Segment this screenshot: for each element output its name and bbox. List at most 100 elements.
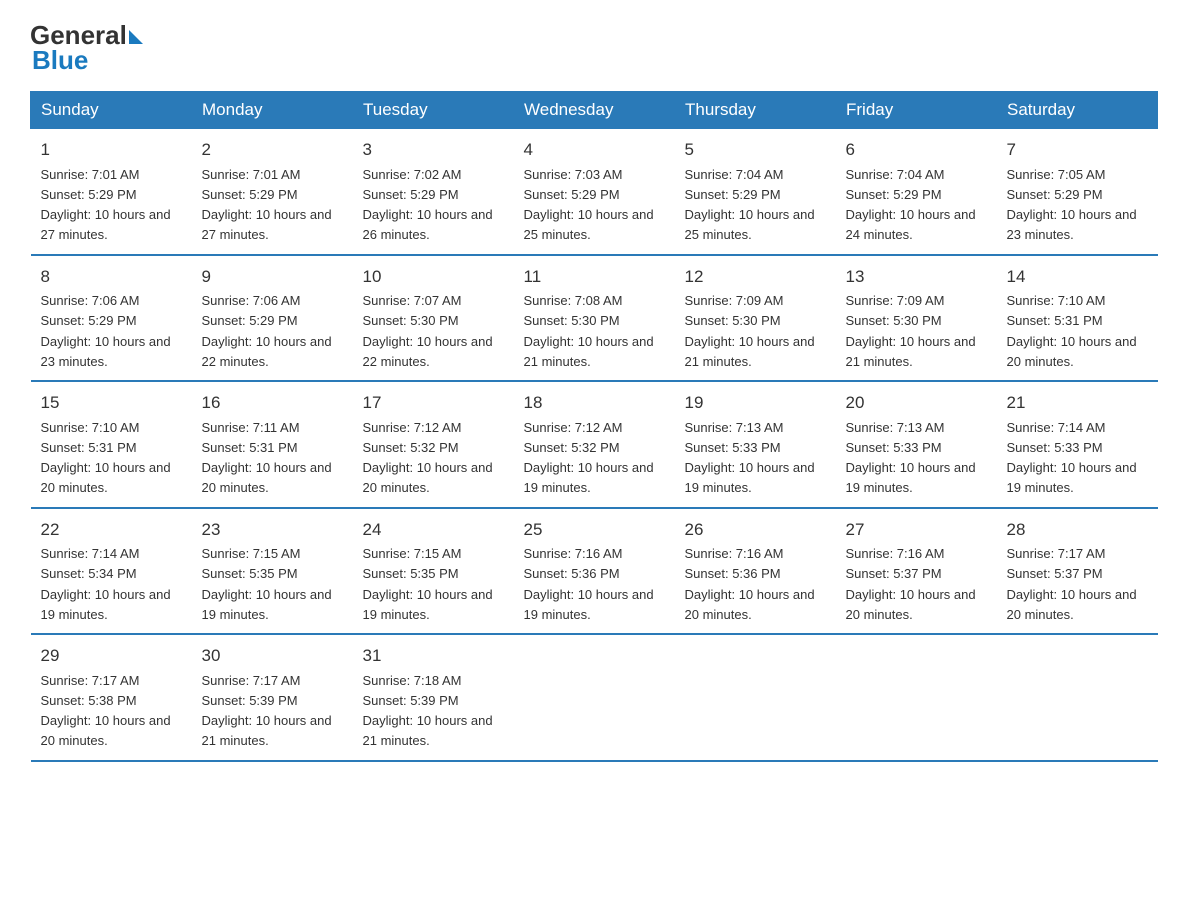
day-number: 4 (524, 137, 665, 163)
logo-blue-text: Blue (32, 47, 88, 73)
day-info: Sunrise: 7:12 AMSunset: 5:32 PMDaylight:… (524, 420, 654, 496)
day-cell: 30 Sunrise: 7:17 AMSunset: 5:39 PMDaylig… (192, 634, 353, 761)
day-info: Sunrise: 7:16 AMSunset: 5:37 PMDaylight:… (846, 546, 976, 622)
day-number: 9 (202, 264, 343, 290)
day-info: Sunrise: 7:10 AMSunset: 5:31 PMDaylight:… (41, 420, 171, 496)
day-cell: 11 Sunrise: 7:08 AMSunset: 5:30 PMDaylig… (514, 255, 675, 382)
day-number: 2 (202, 137, 343, 163)
day-cell: 31 Sunrise: 7:18 AMSunset: 5:39 PMDaylig… (353, 634, 514, 761)
day-cell: 14 Sunrise: 7:10 AMSunset: 5:31 PMDaylig… (997, 255, 1158, 382)
day-info: Sunrise: 7:10 AMSunset: 5:31 PMDaylight:… (1007, 293, 1137, 369)
week-row-1: 1 Sunrise: 7:01 AMSunset: 5:29 PMDayligh… (31, 129, 1158, 255)
day-number: 15 (41, 390, 182, 416)
day-cell: 1 Sunrise: 7:01 AMSunset: 5:29 PMDayligh… (31, 129, 192, 255)
day-cell: 5 Sunrise: 7:04 AMSunset: 5:29 PMDayligh… (675, 129, 836, 255)
day-info: Sunrise: 7:04 AMSunset: 5:29 PMDaylight:… (846, 167, 976, 243)
day-info: Sunrise: 7:06 AMSunset: 5:29 PMDaylight:… (202, 293, 332, 369)
day-number: 20 (846, 390, 987, 416)
day-number: 25 (524, 517, 665, 543)
week-row-2: 8 Sunrise: 7:06 AMSunset: 5:29 PMDayligh… (31, 255, 1158, 382)
day-number: 11 (524, 264, 665, 290)
day-cell: 4 Sunrise: 7:03 AMSunset: 5:29 PMDayligh… (514, 129, 675, 255)
day-cell: 15 Sunrise: 7:10 AMSunset: 5:31 PMDaylig… (31, 381, 192, 508)
week-row-4: 22 Sunrise: 7:14 AMSunset: 5:34 PMDaylig… (31, 508, 1158, 635)
col-header-tuesday: Tuesday (353, 92, 514, 129)
day-info: Sunrise: 7:18 AMSunset: 5:39 PMDaylight:… (363, 673, 493, 749)
week-row-3: 15 Sunrise: 7:10 AMSunset: 5:31 PMDaylig… (31, 381, 1158, 508)
calendar-table: SundayMondayTuesdayWednesdayThursdayFrid… (30, 91, 1158, 762)
day-info: Sunrise: 7:17 AMSunset: 5:38 PMDaylight:… (41, 673, 171, 749)
day-cell: 10 Sunrise: 7:07 AMSunset: 5:30 PMDaylig… (353, 255, 514, 382)
day-number: 18 (524, 390, 665, 416)
day-cell: 17 Sunrise: 7:12 AMSunset: 5:32 PMDaylig… (353, 381, 514, 508)
day-cell: 24 Sunrise: 7:15 AMSunset: 5:35 PMDaylig… (353, 508, 514, 635)
col-header-saturday: Saturday (997, 92, 1158, 129)
day-cell (675, 634, 836, 761)
day-cell: 28 Sunrise: 7:17 AMSunset: 5:37 PMDaylig… (997, 508, 1158, 635)
day-info: Sunrise: 7:01 AMSunset: 5:29 PMDaylight:… (202, 167, 332, 243)
day-cell: 9 Sunrise: 7:06 AMSunset: 5:29 PMDayligh… (192, 255, 353, 382)
col-header-monday: Monday (192, 92, 353, 129)
day-number: 24 (363, 517, 504, 543)
day-info: Sunrise: 7:16 AMSunset: 5:36 PMDaylight:… (524, 546, 654, 622)
day-info: Sunrise: 7:04 AMSunset: 5:29 PMDaylight:… (685, 167, 815, 243)
day-number: 19 (685, 390, 826, 416)
week-row-5: 29 Sunrise: 7:17 AMSunset: 5:38 PMDaylig… (31, 634, 1158, 761)
day-info: Sunrise: 7:08 AMSunset: 5:30 PMDaylight:… (524, 293, 654, 369)
day-cell (836, 634, 997, 761)
day-info: Sunrise: 7:07 AMSunset: 5:30 PMDaylight:… (363, 293, 493, 369)
day-cell: 25 Sunrise: 7:16 AMSunset: 5:36 PMDaylig… (514, 508, 675, 635)
day-number: 31 (363, 643, 504, 669)
day-info: Sunrise: 7:11 AMSunset: 5:31 PMDaylight:… (202, 420, 332, 496)
day-cell: 23 Sunrise: 7:15 AMSunset: 5:35 PMDaylig… (192, 508, 353, 635)
day-cell: 27 Sunrise: 7:16 AMSunset: 5:37 PMDaylig… (836, 508, 997, 635)
calendar-header-row: SundayMondayTuesdayWednesdayThursdayFrid… (31, 92, 1158, 129)
day-number: 14 (1007, 264, 1148, 290)
logo-triangle-icon (129, 30, 143, 44)
day-number: 3 (363, 137, 504, 163)
day-number: 22 (41, 517, 182, 543)
day-number: 13 (846, 264, 987, 290)
day-cell: 19 Sunrise: 7:13 AMSunset: 5:33 PMDaylig… (675, 381, 836, 508)
day-number: 1 (41, 137, 182, 163)
day-cell: 12 Sunrise: 7:09 AMSunset: 5:30 PMDaylig… (675, 255, 836, 382)
day-cell: 26 Sunrise: 7:16 AMSunset: 5:36 PMDaylig… (675, 508, 836, 635)
page-header: General Blue (30, 20, 1158, 73)
day-info: Sunrise: 7:17 AMSunset: 5:37 PMDaylight:… (1007, 546, 1137, 622)
day-number: 17 (363, 390, 504, 416)
day-info: Sunrise: 7:03 AMSunset: 5:29 PMDaylight:… (524, 167, 654, 243)
day-number: 8 (41, 264, 182, 290)
day-info: Sunrise: 7:13 AMSunset: 5:33 PMDaylight:… (685, 420, 815, 496)
day-info: Sunrise: 7:15 AMSunset: 5:35 PMDaylight:… (363, 546, 493, 622)
day-info: Sunrise: 7:16 AMSunset: 5:36 PMDaylight:… (685, 546, 815, 622)
day-cell: 20 Sunrise: 7:13 AMSunset: 5:33 PMDaylig… (836, 381, 997, 508)
day-cell: 7 Sunrise: 7:05 AMSunset: 5:29 PMDayligh… (997, 129, 1158, 255)
day-info: Sunrise: 7:12 AMSunset: 5:32 PMDaylight:… (363, 420, 493, 496)
day-number: 12 (685, 264, 826, 290)
day-number: 30 (202, 643, 343, 669)
day-info: Sunrise: 7:14 AMSunset: 5:34 PMDaylight:… (41, 546, 171, 622)
day-info: Sunrise: 7:05 AMSunset: 5:29 PMDaylight:… (1007, 167, 1137, 243)
day-info: Sunrise: 7:02 AMSunset: 5:29 PMDaylight:… (363, 167, 493, 243)
day-cell: 13 Sunrise: 7:09 AMSunset: 5:30 PMDaylig… (836, 255, 997, 382)
day-number: 23 (202, 517, 343, 543)
day-cell: 8 Sunrise: 7:06 AMSunset: 5:29 PMDayligh… (31, 255, 192, 382)
logo: General Blue (30, 20, 143, 73)
day-cell: 18 Sunrise: 7:12 AMSunset: 5:32 PMDaylig… (514, 381, 675, 508)
day-info: Sunrise: 7:14 AMSunset: 5:33 PMDaylight:… (1007, 420, 1137, 496)
day-cell: 22 Sunrise: 7:14 AMSunset: 5:34 PMDaylig… (31, 508, 192, 635)
day-number: 16 (202, 390, 343, 416)
day-info: Sunrise: 7:15 AMSunset: 5:35 PMDaylight:… (202, 546, 332, 622)
day-number: 21 (1007, 390, 1148, 416)
day-cell: 29 Sunrise: 7:17 AMSunset: 5:38 PMDaylig… (31, 634, 192, 761)
day-cell: 16 Sunrise: 7:11 AMSunset: 5:31 PMDaylig… (192, 381, 353, 508)
day-cell: 6 Sunrise: 7:04 AMSunset: 5:29 PMDayligh… (836, 129, 997, 255)
col-header-sunday: Sunday (31, 92, 192, 129)
day-cell: 21 Sunrise: 7:14 AMSunset: 5:33 PMDaylig… (997, 381, 1158, 508)
day-number: 5 (685, 137, 826, 163)
day-cell: 2 Sunrise: 7:01 AMSunset: 5:29 PMDayligh… (192, 129, 353, 255)
day-info: Sunrise: 7:17 AMSunset: 5:39 PMDaylight:… (202, 673, 332, 749)
day-info: Sunrise: 7:13 AMSunset: 5:33 PMDaylight:… (846, 420, 976, 496)
col-header-thursday: Thursday (675, 92, 836, 129)
day-number: 27 (846, 517, 987, 543)
